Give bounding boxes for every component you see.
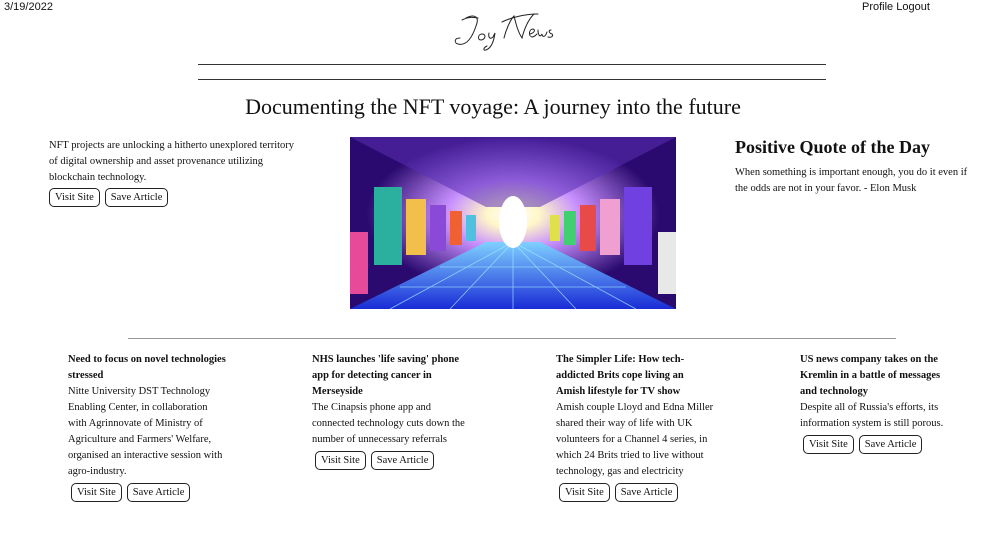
- nft-gallery-tunnel-image: [350, 137, 676, 309]
- article-card: NHS launches 'life saving' phone app for…: [312, 352, 470, 470]
- logout-link[interactable]: Logout: [896, 1, 930, 13]
- visit-site-button[interactable]: Visit Site: [803, 435, 854, 454]
- save-article-button[interactable]: Save Article: [104, 188, 169, 207]
- visit-site-button[interactable]: Visit Site: [49, 188, 100, 207]
- quote-title: Positive Quote of the Day: [735, 137, 930, 157]
- top-nav: Profile Logout: [862, 1, 930, 13]
- lead-summary: NFT projects are unlocking a hitherto un…: [49, 140, 295, 183]
- section-divider: [128, 338, 896, 339]
- article-actions: Visit Site Save Article: [315, 451, 470, 470]
- article-title: NHS launches 'life saving' phone app for…: [312, 354, 460, 397]
- page-headline: Documenting the NFT voyage: A journey in…: [245, 94, 741, 119]
- article-actions: Visit Site Save Article: [559, 483, 714, 502]
- article-title: The Simpler Life: How tech-addicted Brit…: [556, 354, 685, 397]
- save-article-button[interactable]: Save Article: [614, 483, 679, 502]
- article-title: US news company takes on the Kremlin in …: [800, 354, 941, 397]
- article-summary: Amish couple Lloyd and Edna Miller share…: [556, 402, 714, 477]
- lead-actions: Visit Site Save Article: [49, 188, 299, 207]
- lead-article: NFT projects are unlocking a hitherto un…: [49, 138, 299, 207]
- article-summary: Nitte University DST Technology Enabling…: [68, 386, 223, 477]
- visit-site-button[interactable]: Visit Site: [315, 451, 366, 470]
- article-actions: Visit Site Save Article: [71, 483, 226, 502]
- article-card: The Simpler Life: How tech-addicted Brit…: [556, 352, 714, 502]
- quote-text: When something is important enough, you …: [735, 167, 968, 194]
- visit-site-button[interactable]: Visit Site: [559, 483, 610, 502]
- article-card: US news company takes on the Kremlin in …: [800, 352, 958, 454]
- article-card: Need to focus on novel technologies stre…: [68, 352, 226, 502]
- header-rule-bottom: [198, 79, 826, 80]
- header-rule-top: [198, 64, 826, 65]
- article-title: Need to focus on novel technologies stre…: [68, 354, 226, 381]
- save-article-button[interactable]: Save Article: [370, 451, 435, 470]
- article-actions: Visit Site Save Article: [803, 435, 958, 454]
- article-summary: The Cinapsis phone app and connected tec…: [312, 402, 465, 445]
- article-summary: Despite all of Russia's efforts, its inf…: [800, 402, 944, 429]
- date-label: 3/19/2022: [4, 1, 53, 13]
- save-article-button[interactable]: Save Article: [858, 435, 923, 454]
- save-article-button[interactable]: Save Article: [126, 483, 191, 502]
- joy-news-logo[interactable]: [452, 8, 564, 54]
- visit-site-button[interactable]: Visit Site: [71, 483, 122, 502]
- profile-link[interactable]: Profile: [862, 1, 893, 13]
